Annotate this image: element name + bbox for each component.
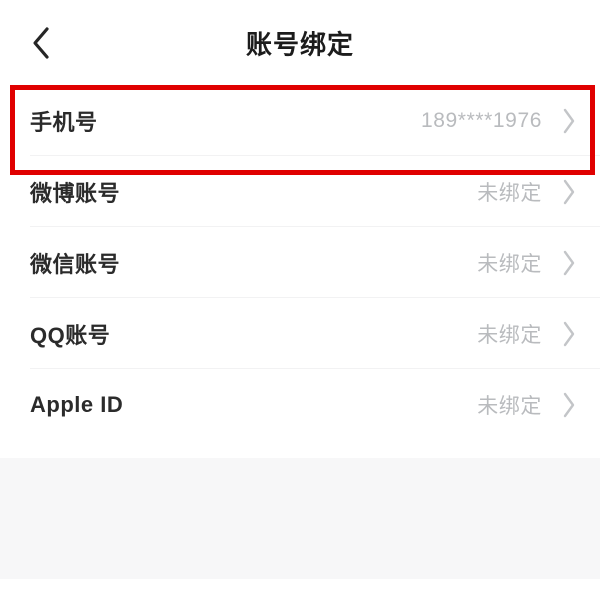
row-label: 微博账号 [30, 180, 121, 206]
row-value: 未绑定 [477, 181, 542, 205]
back-button[interactable] [18, 20, 64, 66]
row-label: 手机号 [30, 109, 98, 135]
page-title: 账号绑定 [245, 29, 354, 59]
row-right-group: 未绑定 [477, 248, 578, 278]
row-label: Apple ID [30, 391, 124, 417]
phone-screen: 账号绑定 手机号 189****1976 微博账号 未绑定 微信账号 未绑定 Q… [0, 0, 600, 600]
list-bottom-spacer [0, 440, 600, 458]
empty-content-panel [0, 458, 600, 579]
list-item-qq[interactable]: QQ账号 未绑定 [0, 298, 600, 369]
navigation-bar: 账号绑定 [0, 0, 600, 85]
row-right-group: 189****1976 [421, 106, 578, 136]
list-item-wechat[interactable]: 微信账号 未绑定 [0, 227, 600, 298]
chevron-right-icon [560, 248, 578, 278]
chevron-right-icon [560, 390, 578, 420]
row-value: 未绑定 [477, 394, 542, 418]
bottom-spacer [0, 579, 600, 591]
list-item-phone[interactable]: 手机号 189****1976 [0, 85, 600, 156]
account-binding-list: 手机号 189****1976 微博账号 未绑定 微信账号 未绑定 QQ账号 未… [0, 85, 600, 440]
row-right-group: 未绑定 [477, 390, 578, 420]
row-right-group: 未绑定 [477, 177, 578, 207]
chevron-right-icon [560, 177, 578, 207]
row-value: 未绑定 [477, 252, 542, 276]
row-label: 微信账号 [30, 251, 121, 277]
row-right-group: 未绑定 [477, 319, 578, 349]
list-item-apple-id[interactable]: Apple ID 未绑定 [0, 369, 600, 440]
row-label: QQ账号 [30, 322, 111, 348]
chevron-left-icon [31, 26, 51, 60]
chevron-right-icon [560, 106, 578, 136]
row-value: 189****1976 [420, 108, 542, 132]
list-item-weibo[interactable]: 微博账号 未绑定 [0, 156, 600, 227]
row-value: 未绑定 [477, 323, 542, 347]
chevron-right-icon [560, 319, 578, 349]
